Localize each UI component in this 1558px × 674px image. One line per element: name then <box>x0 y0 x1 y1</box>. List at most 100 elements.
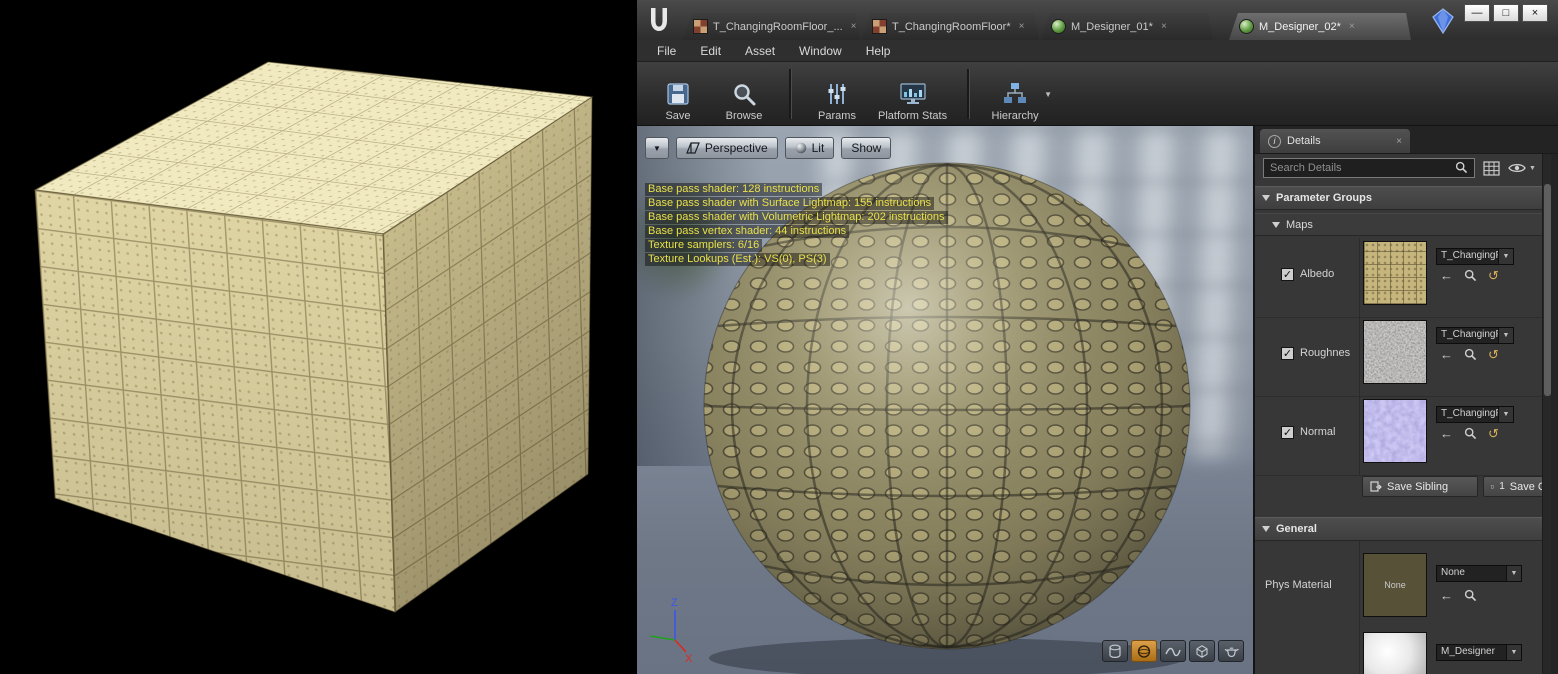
roughness-asset-tools: ← ↺ <box>1440 348 1499 361</box>
asset-tab-3[interactable]: M_Designer_01* × <box>1041 13 1213 40</box>
albedo-texture-thumbnail[interactable] <box>1363 241 1427 305</box>
preview-shape-buttons <box>1102 640 1244 662</box>
phys-material-combobox[interactable]: None ▼ <box>1436 565 1522 582</box>
details-scrollbar-thumb[interactable] <box>1544 184 1551 396</box>
minimize-button[interactable]: — <box>1464 4 1490 22</box>
general-header[interactable]: General <box>1255 517 1542 541</box>
column-divider[interactable] <box>1359 629 1360 674</box>
viewport-toolbar: ▼ Perspective Lit <box>645 137 891 159</box>
axis-x-label: X <box>685 653 693 664</box>
platform-stats-label: Platform Stats <box>878 110 947 122</box>
albedo-checkbox[interactable]: ✓ <box>1281 268 1294 281</box>
browse-button[interactable]: Browse <box>711 66 777 122</box>
hierarchy-dropdown-icon[interactable]: ▼ <box>1044 90 1052 99</box>
reset-to-default-icon[interactable]: ↺ <box>1488 348 1499 361</box>
albedo-asset-combobox[interactable]: T_ChangingF ▼ <box>1436 248 1514 265</box>
browse-magnifier-icon <box>731 81 757 107</box>
column-divider[interactable] <box>1359 317 1360 396</box>
shape-cylinder-button[interactable] <box>1102 640 1128 662</box>
roughness-parameter-row: ✓ Roughnes T_ChangingF ▼ ← ↺ <box>1255 317 1542 397</box>
parent-material-combobox[interactable]: M_Designer ▼ <box>1436 644 1522 661</box>
eye-dropdown-icon[interactable]: ▼ <box>1529 165 1536 172</box>
stat-line: Base pass shader with Volumetric Lightma… <box>645 211 948 224</box>
lit-mode-button[interactable]: Lit <box>785 137 835 159</box>
cylinder-icon <box>1107 644 1123 659</box>
reset-to-default-icon[interactable]: ↺ <box>1488 269 1499 282</box>
browse-to-asset-icon[interactable] <box>1464 427 1477 440</box>
menu-edit[interactable]: Edit <box>688 42 733 60</box>
tab-close-icon[interactable]: × <box>851 21 857 32</box>
cube-icon <box>1194 644 1210 659</box>
view-options-eye-icon[interactable] <box>1508 162 1526 174</box>
material-preview-viewport[interactable]: ▼ Perspective Lit <box>637 126 1253 674</box>
platform-stats-button[interactable]: Platform Stats <box>870 66 955 122</box>
menu-help[interactable]: Help <box>854 42 903 60</box>
use-selected-asset-icon[interactable]: ← <box>1440 427 1453 440</box>
save-sibling-icon <box>1370 481 1382 493</box>
roughness-texture-thumbnail[interactable] <box>1363 320 1427 384</box>
maps-header[interactable]: Maps <box>1255 213 1542 236</box>
roughness-asset-combobox[interactable]: T_ChangingF ▼ <box>1436 327 1514 344</box>
roughness-checkbox[interactable]: ✓ <box>1281 347 1294 360</box>
perspective-button[interactable]: Perspective <box>676 137 778 159</box>
phys-material-value: None <box>1437 566 1506 581</box>
shape-teapot-button[interactable] <box>1218 640 1244 662</box>
hierarchy-tree-icon <box>1002 81 1028 107</box>
browse-to-asset-icon[interactable] <box>1464 348 1477 361</box>
hierarchy-button[interactable]: Hierarchy ▼ <box>982 66 1048 122</box>
phys-material-thumbnail[interactable]: None <box>1363 553 1427 617</box>
reset-to-default-icon[interactable]: ↺ <box>1488 427 1499 440</box>
general-label: General <box>1276 523 1317 535</box>
params-button[interactable]: Params <box>804 66 870 122</box>
docking-tab-icon <box>1432 8 1454 34</box>
use-selected-asset-icon[interactable]: ← <box>1440 269 1453 282</box>
params-label: Params <box>818 110 856 122</box>
details-tab-close-icon[interactable]: × <box>1396 136 1402 147</box>
axis-z-label: Z <box>671 597 678 609</box>
asset-tab-2[interactable]: T_ChangingRoomFloor* × <box>862 13 1039 40</box>
column-divider[interactable] <box>1359 396 1360 475</box>
browse-to-asset-icon[interactable] <box>1464 269 1477 282</box>
menu-asset[interactable]: Asset <box>733 42 787 60</box>
save-button[interactable]: Save <box>645 66 711 122</box>
asset-tab-1[interactable]: T_ChangingRoomFloor_... × <box>683 13 860 40</box>
menu-window[interactable]: Window <box>787 42 854 60</box>
menu-file[interactable]: File <box>645 42 688 60</box>
shape-cube-button[interactable] <box>1189 640 1215 662</box>
sphere-icon <box>1136 644 1152 659</box>
details-panel: i Details × <box>1253 126 1558 674</box>
normal-checkbox[interactable]: ✓ <box>1281 426 1294 439</box>
viewport-options-dropdown[interactable]: ▼ <box>645 137 669 159</box>
shape-cloth-button[interactable] <box>1160 640 1186 662</box>
normal-texture-thumbnail[interactable] <box>1363 399 1427 463</box>
column-divider[interactable] <box>1359 238 1360 317</box>
browse-to-asset-icon[interactable] <box>1464 589 1477 602</box>
parameter-groups-header[interactable]: Parameter Groups <box>1255 186 1542 210</box>
parent-material-value: M_Designer <box>1437 645 1506 660</box>
details-panel-edge <box>1551 154 1558 674</box>
use-selected-asset-icon[interactable]: ← <box>1440 348 1453 361</box>
column-divider[interactable] <box>1359 541 1360 629</box>
parent-material-thumbnail[interactable] <box>1363 632 1427 674</box>
use-selected-asset-icon[interactable]: ← <box>1440 589 1453 602</box>
normal-asset-combobox[interactable]: T_ChangingF ▼ <box>1436 406 1514 423</box>
chevron-down-icon: ▼ <box>1506 645 1521 660</box>
hierarchy-label: Hierarchy <box>992 110 1039 122</box>
parameter-groups-label: Parameter Groups <box>1276 192 1372 204</box>
expand-arrow-icon <box>1262 195 1270 201</box>
close-button[interactable]: × <box>1522 4 1548 22</box>
shape-sphere-button-active[interactable] <box>1131 640 1157 662</box>
maximize-button[interactable]: □ <box>1493 4 1519 22</box>
search-details-input[interactable] <box>1263 158 1475 178</box>
save-sibling-button[interactable]: Save Sibling <box>1362 476 1478 497</box>
tab-close-icon[interactable]: × <box>1349 21 1355 32</box>
chevron-down-icon: ▼ <box>1498 249 1513 264</box>
tab-close-icon[interactable]: × <box>1161 21 1167 32</box>
normal-label: Normal <box>1300 426 1335 438</box>
asset-tab-4-active[interactable]: M_Designer_02* × <box>1229 13 1411 40</box>
show-menu-button[interactable]: Show <box>841 137 891 159</box>
main-toolbar: Save Browse Params <box>637 62 1558 126</box>
tab-close-icon[interactable]: × <box>1019 21 1025 32</box>
details-tab[interactable]: i Details × <box>1260 129 1410 153</box>
property-matrix-icon[interactable] <box>1483 161 1500 176</box>
